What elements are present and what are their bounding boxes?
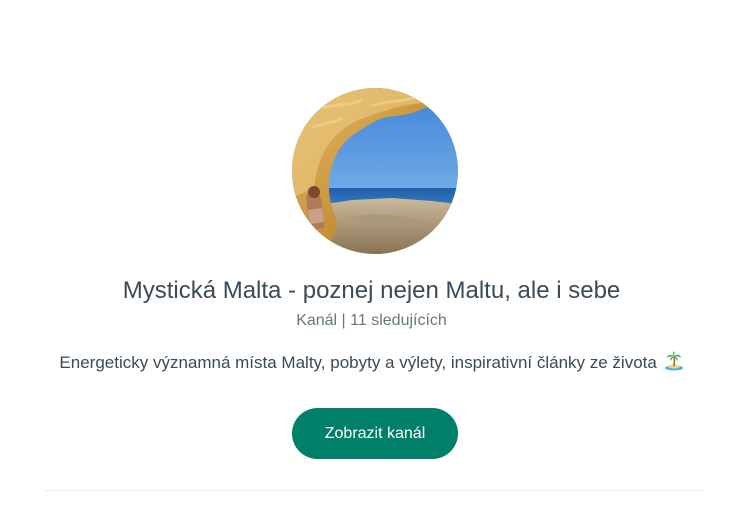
avatar-photo (292, 88, 458, 254)
view-channel-button[interactable]: Zobrazit kanál (292, 408, 458, 459)
channel-avatar (292, 88, 458, 254)
divider (44, 490, 704, 491)
channel-description: Energeticky významná místa Malty, pobyty… (10, 351, 733, 374)
channel-info-card: Mystická Malta - poznej nejen Maltu, ale… (0, 0, 743, 510)
channel-description-text: Energeticky významná místa Malty, pobyty… (59, 353, 657, 372)
channel-name: Mystická Malta - poznej nejen Maltu, ale… (122, 277, 621, 304)
channel-meta: Kanál | 11 sledujících (296, 312, 447, 329)
desert-island-icon (664, 351, 683, 371)
